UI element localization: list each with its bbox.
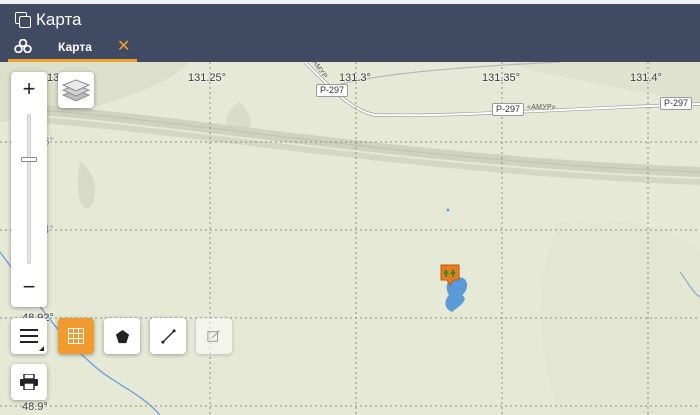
lon-label: 131.4° [630,72,662,84]
road-shield: Р-297 [492,103,525,116]
map-canvas[interactable]: 13 131.25° 131.3° 131.35° 131.4° 48.96° … [0,62,700,415]
window-header: Карта Карта ✕ [0,0,700,62]
print-icon [20,374,38,390]
menu-button[interactable] [11,318,47,354]
zoom-control: + − [11,72,47,307]
lon-label: 131.25° [188,72,227,84]
print-button[interactable] [11,364,47,400]
lon-label: 131.3° [339,72,371,84]
window-title: Карта [36,10,82,29]
zoom-slider-thumb[interactable] [21,157,37,162]
layers-stack-icon [61,79,91,102]
tab-close-icon[interactable]: ✕ [117,36,130,56]
forest-marker-icon [440,264,460,286]
lat-label: 48.9° [22,401,48,413]
zoom-slider-track[interactable] [27,114,31,264]
zoom-in-button[interactable]: + [11,72,47,108]
road-shield: Р-297 [316,84,349,97]
map-terrain [0,62,700,415]
lon-label: 131.35° [482,72,521,84]
grid-button[interactable] [58,318,94,354]
tab-map[interactable]: Карта ✕ [8,37,138,62]
layers-icon [14,39,32,53]
road-shield: Р-297 [660,97,693,110]
dropdown-corner-icon [39,346,44,351]
draw-polygon-button[interactable] [104,318,140,354]
top-strip [0,0,700,4]
layer-switcher-button[interactable] [58,72,94,108]
line-icon [160,328,176,344]
zoom-out-button[interactable]: − [11,270,47,306]
road-name: «АМУР» [527,104,556,111]
draw-line-button[interactable] [150,318,186,354]
tab-label: Карта [58,40,92,54]
edit-button[interactable] [196,318,232,354]
grid-icon [68,328,84,344]
edit-icon [207,330,220,342]
polygon-icon [115,329,129,343]
map-marker[interactable] [439,263,461,287]
window-icon [15,12,31,28]
menu-icon [20,329,38,343]
